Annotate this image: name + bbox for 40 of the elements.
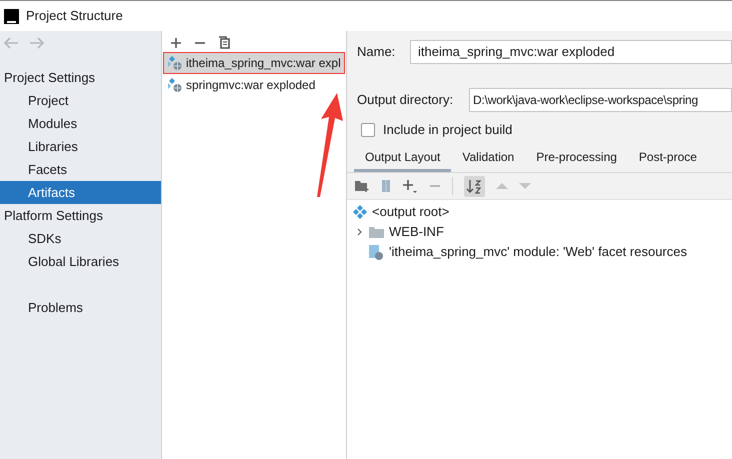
sidebar-item[interactable]: Problems — [0, 296, 161, 319]
tab[interactable]: Validation — [451, 145, 526, 172]
tab[interactable]: Post-proce — [628, 145, 708, 172]
section-heading: Project Settings — [3, 68, 96, 87]
tab[interactable]: Output Layout — [354, 145, 452, 172]
tree-item-label[interactable]: WEB-INF — [389, 222, 444, 242]
include-checkbox[interactable] — [361, 123, 375, 137]
tab[interactable]: Pre-processing — [525, 145, 628, 172]
sidebar-item[interactable]: Project — [0, 89, 161, 112]
add-icon[interactable] — [170, 36, 182, 48]
window-title: Project Structure — [26, 7, 123, 26]
artifact-root-icon — [353, 205, 367, 219]
folder-icon — [369, 226, 384, 238]
sort-icon[interactable] — [464, 176, 485, 196]
sidebar-item[interactable]: Libraries — [0, 135, 161, 158]
new-folder-icon[interactable] — [355, 180, 370, 192]
artifact-item[interactable]: itheima_spring_mvc:war expl — [163, 52, 345, 74]
expand-chevron-icon[interactable] — [356, 228, 364, 236]
output-directory-label: Output directory: — [357, 91, 454, 110]
add-dropdown-icon[interactable] — [402, 178, 418, 194]
artifact-label: springmvc:war exploded — [186, 77, 316, 94]
sidebar-item[interactable]: SDKs — [0, 227, 161, 250]
name-field[interactable]: itheima_spring_mvc:war exploded — [410, 40, 732, 64]
section-heading: Platform Settings — [3, 206, 104, 225]
include-label: Include in project build — [383, 121, 512, 140]
output-directory-field[interactable]: D:\work\java-work\eclipse-workspace\spring — [469, 88, 732, 112]
sidebar-item[interactable]: Global Libraries — [0, 250, 161, 273]
tree-item-label[interactable]: 'itheima_spring_mvc' module: 'Web' facet resources — [389, 242, 687, 262]
app-logo-icon — [4, 8, 19, 24]
web-artifact-icon — [167, 77, 183, 93]
artifact-label: itheima_spring_mvc:war expl — [186, 55, 341, 72]
web-artifact-icon — [167, 55, 183, 71]
sidebar-item[interactable]: Artifacts — [0, 181, 161, 204]
copy-icon[interactable] — [218, 36, 230, 49]
web-resource-icon — [369, 244, 384, 260]
sidebar-item[interactable]: Modules — [0, 112, 161, 135]
name-label: Name: — [357, 42, 396, 61]
artifact-item[interactable]: springmvc:war exploded — [163, 74, 345, 96]
sidebar-item[interactable]: Facets — [0, 158, 161, 181]
tree-item-label[interactable]: <output root> — [372, 202, 450, 222]
